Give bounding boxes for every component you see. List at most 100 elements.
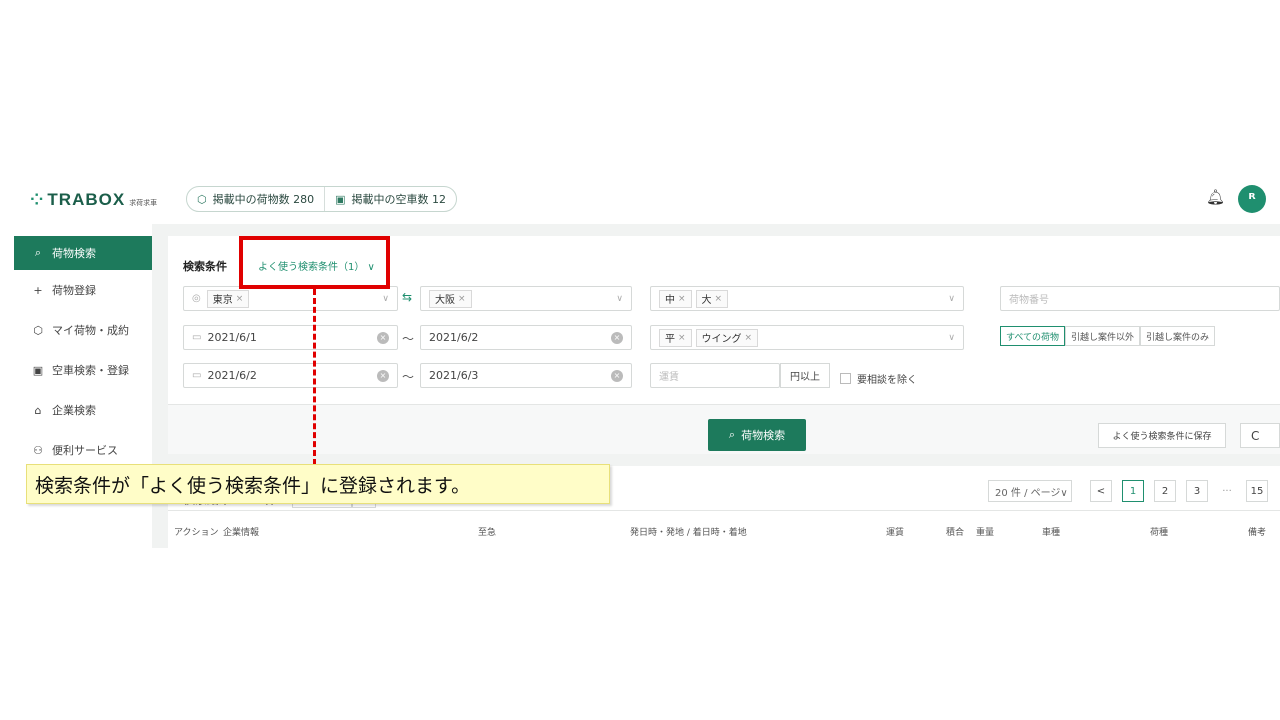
column-header: 運賃 [886,528,905,538]
sidebar-item-cargo-register[interactable]: + 荷物登録 [14,270,152,310]
close-icon[interactable]: × [678,333,686,343]
sidebar-item-truck-search[interactable]: ▣ 空車検索・登録 [14,350,152,390]
reset-button[interactable]: C [1240,423,1280,448]
fare-input[interactable]: 運賃 [650,363,780,388]
clear-icon[interactable]: × [611,331,623,344]
vehicle-size-tag[interactable]: 大 × [695,289,729,308]
chevron-down-icon: ∨ [616,293,623,304]
depart-date-to[interactable]: 2021/6/2 × [420,325,632,350]
sidebar-item-cargo-search[interactable]: ⌕ 荷物検索 [14,236,152,270]
clear-icon[interactable]: × [377,331,389,344]
arrive-date-from[interactable]: ▭ 2021/6/2 × [183,363,398,388]
sidebar-item-label: 便利サービス [52,444,118,457]
vehicle-size-tag[interactable]: 中 × [659,289,692,308]
sidebar-item-label: 企業検索 [52,404,96,417]
range-separator: ～ [402,370,415,384]
clear-icon[interactable]: × [377,369,389,382]
close-icon[interactable]: × [745,333,753,343]
trabox-logo[interactable]: ⁘ TRABOX 求荷求車 [30,190,157,210]
origin-select[interactable]: ◎ 東京 × ∨ [183,286,398,311]
highlight-box [239,236,390,289]
page-2-button[interactable]: 2 [1154,480,1176,502]
per-page-select[interactable]: 20 件 / ページ∨ [988,480,1072,502]
sidebar-item-my-cargo[interactable]: ⬡ マイ荷物・成約 [14,310,152,350]
truck-count[interactable]: ▣ 掲載中の空車数 12 [324,187,456,211]
logo-subtitle: 求荷求車 [129,199,158,207]
search-icon: ⌕ [34,246,42,259]
service-icon: ⚇ [33,443,43,457]
filter-exclude-moving[interactable]: 引越し案件以外 [1065,326,1141,346]
column-header: アクション [174,528,219,538]
search-actions-bar: ⌕ 荷物検索 よく使う検索条件に保存 C [168,404,1280,454]
column-header: 積合 [946,528,965,538]
sidebar-item-label: 空車検索・登録 [52,364,129,377]
body-type-tag[interactable]: ウイング × [695,328,759,347]
cargo-count-label: 掲載中の荷物数 280 [212,193,315,206]
range-separator: ～ [402,332,415,346]
callout-note: 検索条件が「よく使う検索条件」に登録されます。 [26,464,610,504]
destination-tag[interactable]: 大阪 × [429,289,472,308]
avatar[interactable]: ᴿ [1238,185,1266,213]
negotiable-label: 要相談を除く [857,375,917,386]
location-pin-icon: ◎ [192,293,201,304]
column-header: 発日時・発地 / 着日時・着地 [630,528,747,538]
page-15-button[interactable]: 15 [1246,480,1268,502]
logo-text: TRABOX [47,190,126,209]
top-header: ⁘ TRABOX 求荷求車 ⬡ 掲載中の荷物数 280 ▣ 掲載中の空車数 12… [0,176,1280,222]
sidebar-item-label: 荷物検索 [52,247,96,260]
column-header: 至急 [478,528,497,538]
sidebar-item-label: 荷物登録 [52,284,96,297]
chevron-down-icon: ∨ [948,293,955,304]
close-icon[interactable]: × [678,294,686,304]
column-header: 重量 [976,528,995,538]
calendar-icon: ▭ [192,370,202,381]
plus-icon: + [33,283,43,297]
truck-icon: ▣ [335,192,346,206]
cargo-search-button[interactable]: ⌕ 荷物検索 [708,419,806,451]
prev-page-button[interactable]: < [1090,480,1112,502]
column-header: 車種 [1042,528,1061,538]
search-icon: ⌕ [728,428,736,441]
building-icon: ⌂ [34,403,42,417]
vehicle-size-select[interactable]: 中 × 大 × ∨ [650,286,964,311]
arrive-date-to[interactable]: 2021/6/3 × [420,363,632,388]
callout-connector [313,289,316,465]
column-header: 備考 [1248,528,1267,538]
body-type-select[interactable]: 平 × ウイング × ∨ [650,325,964,350]
sidebar-item-company-search[interactable]: ⌂ 企業検索 [14,390,152,430]
destination-select[interactable]: 大阪 × ∨ [420,286,632,311]
column-header: 荷種 [1150,528,1169,538]
chevron-down-icon: ∨ [382,293,389,304]
filter-all-cargo[interactable]: すべての荷物 [1000,326,1066,346]
page-1-button[interactable]: 1 [1122,480,1144,502]
logo-dots-icon: ⁘ [30,190,44,209]
body-type-tag[interactable]: 平 × [659,328,692,347]
listing-counts-pill: ⬡ 掲載中の荷物数 280 ▣ 掲載中の空車数 12 [186,186,458,212]
close-icon[interactable]: × [236,294,244,304]
negotiable-checkbox[interactable]: 要相談を除く [840,371,917,386]
truck-count-label: 掲載中の空車数 12 [351,193,447,206]
origin-tag[interactable]: 東京 × [206,289,250,308]
truck-icon: ▣ [32,363,44,377]
search-conditions-title: 検索条件 [183,260,227,273]
filter-moving-only[interactable]: 引越し案件のみ [1140,326,1216,346]
fare-suffix: 円以上 [780,363,830,388]
cargo-number-placeholder: 荷物番号 [1009,295,1049,306]
close-icon[interactable]: × [458,294,466,304]
fare-placeholder: 運賃 [659,372,679,383]
cargo-filter-segment: すべての荷物 引越し案件以外 引越し案件のみ [1000,326,1216,346]
save-favorite-button[interactable]: よく使う検索条件に保存 [1098,423,1226,448]
cargo-count[interactable]: ⬡ 掲載中の荷物数 280 [187,187,324,211]
bell-icon[interactable]: 🔔︎ [1206,188,1225,206]
column-header: 企業情報 [223,528,260,538]
checkbox-icon[interactable] [840,373,851,384]
page-ellipsis: ··· [1216,480,1238,502]
calendar-icon: ▭ [192,332,202,343]
close-icon[interactable]: × [715,294,723,304]
page-3-button[interactable]: 3 [1186,480,1208,502]
box-icon: ⬡ [33,323,43,337]
clear-icon[interactable]: × [611,369,623,382]
depart-date-from[interactable]: ▭ 2021/6/1 × [183,325,398,350]
cargo-number-input[interactable]: 荷物番号 [1000,286,1280,311]
swap-icon[interactable]: ⇆ [402,290,412,304]
